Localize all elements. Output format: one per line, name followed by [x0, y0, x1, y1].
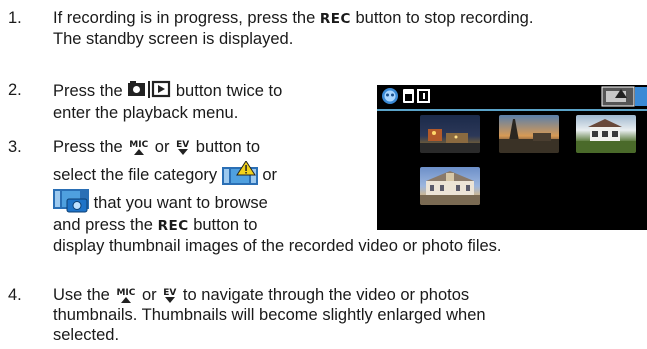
ev-down-icon: EV — [176, 140, 189, 155]
step-text: or — [150, 138, 175, 156]
rec-button-label: REC — [319, 11, 351, 27]
mic-up-icon: MIC — [129, 140, 148, 155]
folder-icon — [417, 89, 430, 103]
step-text: button to stop recording. — [350, 9, 534, 27]
mode-playback-icon — [127, 80, 171, 103]
step-text: selected. — [53, 326, 120, 344]
step-text: and press the — [53, 216, 158, 234]
step-number: 2. — [8, 81, 22, 99]
step-text: select the file category — [53, 165, 222, 184]
step-text: to navigate through the video or photos — [178, 286, 470, 304]
rec-button-label: REC — [157, 218, 189, 234]
step-text: If recording is in progress, press the — [53, 9, 320, 27]
video-category-icon — [221, 160, 258, 190]
step-number: 3. — [8, 138, 22, 156]
step-text: Use the — [53, 286, 115, 304]
screen-status-bar — [377, 85, 647, 107]
photo-category-icon — [53, 189, 89, 218]
step-text: button to — [188, 216, 258, 234]
step-text: Press the — [53, 81, 128, 100]
step-text: thumbnails. Thumbnails will become sligh… — [53, 306, 486, 324]
thumbnail[interactable] — [420, 167, 480, 205]
sd-card-icon — [403, 89, 414, 103]
thumbnail[interactable] — [576, 115, 636, 153]
step-text: enter the playback menu. — [53, 104, 239, 122]
step-text: button to — [191, 138, 260, 156]
step-text: display thumbnail images of the recorded… — [53, 237, 502, 255]
mic-up-icon: MIC — [116, 288, 135, 303]
step-text: or — [137, 286, 162, 304]
thumbnail[interactable] — [499, 115, 559, 153]
thumbnail[interactable] — [420, 115, 480, 153]
category-tab-icon — [601, 86, 647, 107]
step-number: 1. — [8, 9, 22, 27]
step-text: that you want to browse — [89, 193, 268, 212]
playback-mode-icon — [382, 88, 398, 104]
step-text: The standby screen is displayed. — [53, 30, 294, 48]
ev-down-icon: EV — [163, 288, 176, 303]
step-text: button twice to — [171, 81, 283, 100]
step-text: or — [257, 165, 278, 184]
screen-divider — [377, 109, 647, 111]
step-text: Press the — [53, 138, 128, 156]
playback-screen — [377, 85, 647, 230]
step-number: 4. — [8, 286, 22, 304]
